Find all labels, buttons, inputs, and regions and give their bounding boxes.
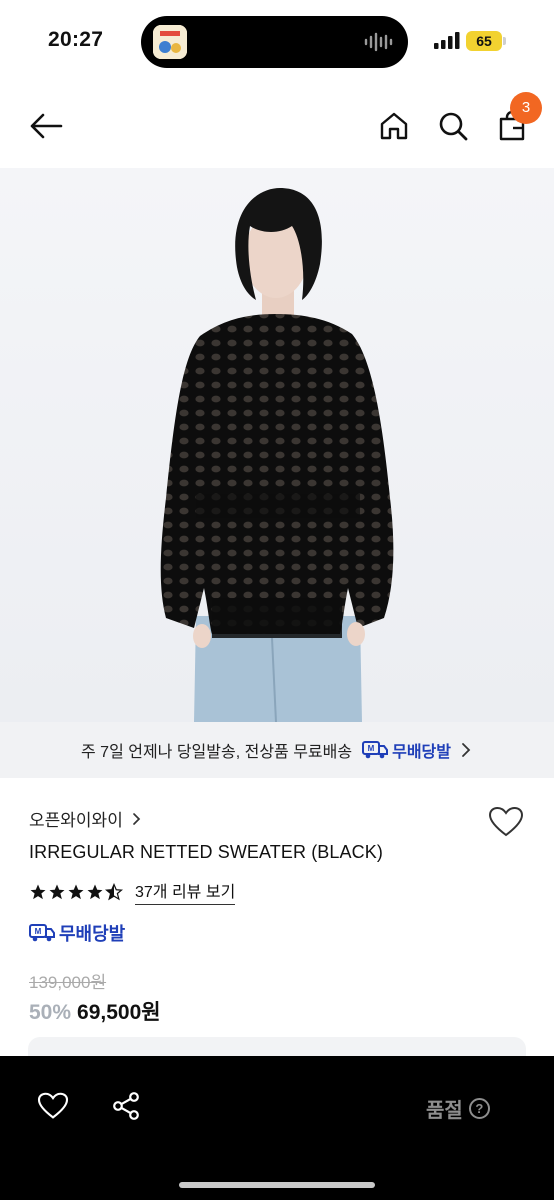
battery-level: 65 (466, 31, 502, 51)
soldout-status[interactable]: 품절 ? (426, 1094, 490, 1123)
price-row: 50% 69,500원 (29, 996, 161, 1026)
search-icon (439, 112, 468, 141)
star-icon (30, 884, 46, 899)
model-photo (160, 188, 394, 722)
heart-icon (488, 806, 524, 837)
dynamic-island[interactable] (141, 16, 408, 68)
back-arrow-icon (30, 113, 63, 139)
original-price: 139,000원 (29, 973, 107, 992)
chevron-right-icon (462, 743, 471, 757)
battery-tip (503, 37, 506, 45)
star-icon (68, 884, 84, 899)
product-image[interactable] (0, 168, 554, 722)
audio-wave-icon (364, 32, 393, 52)
product-name: IRREGULAR NETTED SWEATER (BLACK) (29, 842, 383, 862)
brand-name: 오픈와이와이 (29, 811, 123, 830)
star-rating (29, 882, 123, 901)
brand-link[interactable]: 오픈와이와이 (29, 806, 143, 831)
bottom-wishlist-button[interactable] (33, 1086, 73, 1126)
review-link[interactable]: 37개 리뷰 보기 (135, 878, 236, 905)
free-delivery-badge: M 무배당발 (29, 920, 125, 946)
soldout-label: 품절 (426, 1100, 463, 1122)
rating-row: 37개 리뷰 보기 (29, 878, 236, 905)
free-delivery-badge-label: 무배당발 (59, 924, 126, 944)
heart-icon (37, 1092, 69, 1119)
free-delivery-label: 무배당발 (392, 744, 451, 761)
bottom-action-bar: 품절 ? (0, 1056, 554, 1200)
half-star-icon (105, 882, 123, 900)
home-indicator[interactable] (179, 1182, 375, 1188)
help-icon[interactable]: ? (468, 1098, 490, 1119)
discount-rate: 50% (29, 1001, 72, 1024)
sale-price: 69,500원 (77, 1001, 161, 1024)
delivery-truck-icon: M (362, 741, 389, 759)
delivery-banner[interactable]: 주 7일 언제나 당일발송, 전상품 무료배송 M 무배당발 (0, 722, 554, 778)
chevron-right-icon (132, 812, 141, 825)
delivery-truck-icon: M (29, 924, 55, 942)
search-button[interactable] (433, 106, 473, 146)
cellular-signal-icon (434, 32, 460, 49)
share-icon (113, 1092, 139, 1120)
home-button[interactable] (374, 106, 414, 146)
free-delivery-service: M 무배당발 (362, 738, 451, 762)
wishlist-button[interactable] (486, 804, 526, 840)
svg-text:M: M (368, 744, 375, 753)
star-icon (87, 884, 103, 899)
top-navigation (0, 84, 554, 168)
cart-count-badge: 3 (510, 92, 542, 124)
share-button[interactable] (106, 1086, 146, 1126)
delivery-banner-text: 주 7일 언제나 당일발송, 전상품 무료배송 (81, 744, 353, 761)
home-icon (380, 112, 408, 140)
back-button[interactable] (26, 106, 66, 146)
svg-text:M: M (35, 927, 42, 936)
status-bar: 20:27 65 (0, 0, 554, 84)
now-playing-thumbnail (153, 25, 187, 59)
status-time: 20:27 (48, 28, 104, 51)
star-icon (49, 884, 65, 899)
